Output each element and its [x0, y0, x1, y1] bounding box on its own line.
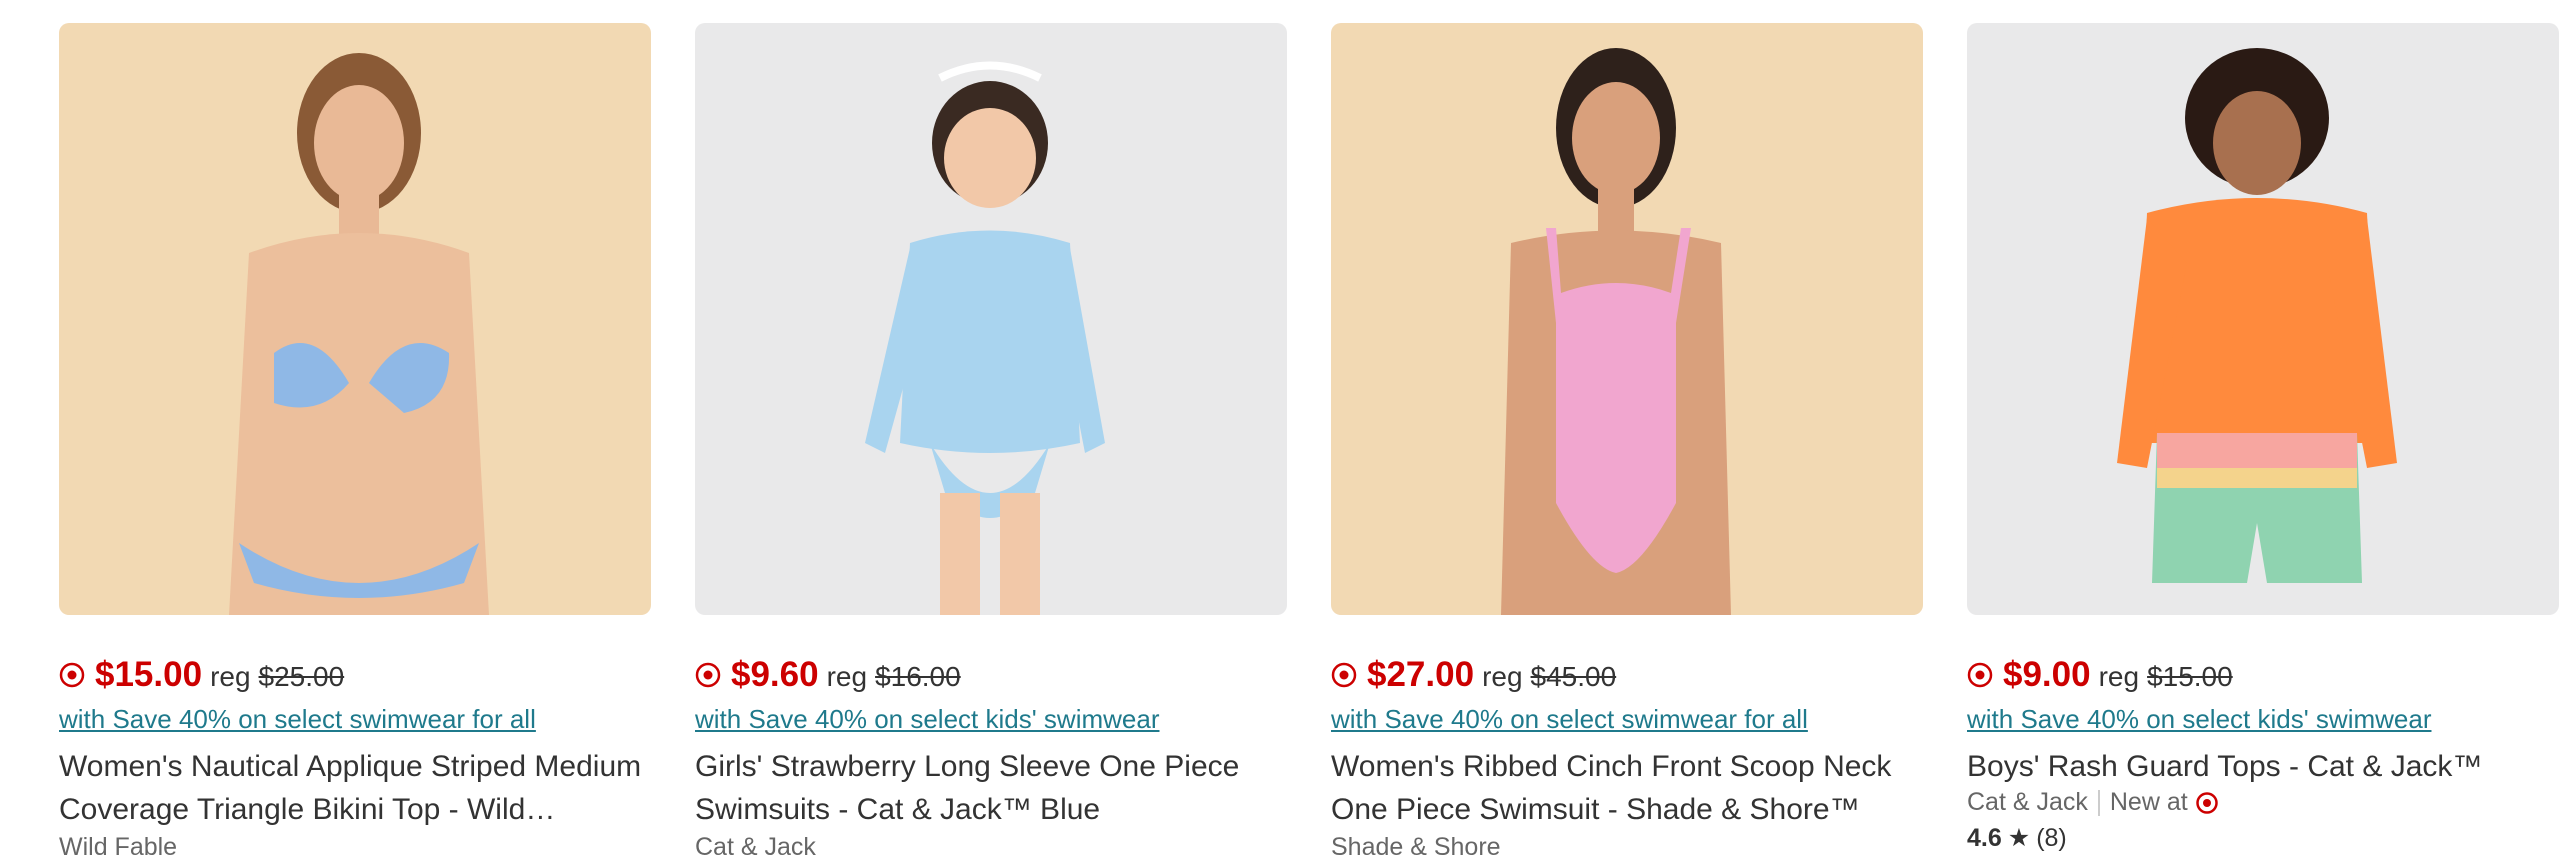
product-title[interactable]: Women's Ribbed Cinch Front Scoop Neck On…	[1331, 745, 1924, 831]
promo-link[interactable]: with Save 40% on select kids' swimwear	[695, 704, 1288, 735]
price-row: $15.00 reg $25.00	[59, 655, 652, 695]
regular-price-value: $25.00	[258, 661, 345, 692]
regular-price: reg $25.00	[210, 661, 344, 693]
promo-link[interactable]: with Save 40% on select kids' swimwear	[1967, 704, 2560, 735]
product-image[interactable]	[59, 23, 651, 615]
sale-price: $9.00	[2003, 655, 2091, 694]
price-row: $9.60 reg $16.00	[695, 655, 1288, 695]
product-meta: Cat & Jack New at	[1967, 788, 2560, 817]
product-title[interactable]: Women's Nautical Applique Striped Medium…	[59, 745, 652, 831]
regular-price-label: reg	[826, 661, 868, 692]
product-brand[interactable]: Wild Fable	[59, 833, 652, 862]
target-circle-icon	[695, 662, 721, 688]
regular-price-label: reg	[1482, 661, 1523, 692]
divider	[2097, 789, 2100, 816]
product-image[interactable]	[1331, 23, 1923, 615]
new-at-label: New at	[2109, 788, 2188, 816]
product-brand[interactable]: Shade & Shore	[1331, 833, 1924, 862]
sale-price: $9.60	[731, 655, 819, 694]
product-rating[interactable]: 4.6 ★ (8)	[1967, 823, 2560, 853]
product-photo-illustration	[865, 61, 1105, 615]
target-circle-icon	[1967, 662, 1993, 688]
target-bullseye-icon	[2195, 791, 2218, 814]
product-title[interactable]: Boys' Rash Guard Tops - Cat & Jack™	[1967, 745, 2560, 788]
review-count: (8)	[2036, 823, 2067, 852]
price-row: $27.00 reg $45.00	[1331, 655, 1924, 695]
regular-price: reg $45.00	[1482, 661, 1616, 693]
regular-price: reg $15.00	[2099, 661, 2233, 693]
regular-price-value: $15.00	[2147, 661, 2233, 692]
rating-score: 4.6	[1967, 823, 2002, 852]
target-circle-icon	[59, 662, 85, 688]
product-card: $27.00 reg $45.00 with Save 40% on select…	[1331, 23, 1924, 862]
regular-price-value: $45.00	[1530, 661, 1617, 692]
star-icon: ★	[2007, 824, 2031, 852]
regular-price-value: $16.00	[875, 661, 961, 692]
regular-price-label: reg	[2098, 661, 2140, 692]
product-grid: $15.00 reg $25.00 with Save 40% on select…	[0, 0, 2560, 868]
promo-link[interactable]: with Save 40% on select swimwear for all	[1331, 704, 1924, 735]
new-at-badge: New at	[2110, 788, 2218, 817]
product-photo-illustration	[2117, 48, 2397, 583]
product-card: $9.00 reg $15.00 with Save 40% on select …	[1967, 23, 2560, 853]
regular-price-label: reg	[210, 661, 251, 692]
target-circle-icon	[1331, 662, 1357, 688]
regular-price: reg $16.00	[827, 661, 961, 693]
product-image[interactable]	[695, 23, 1287, 615]
product-photo-illustration	[1501, 48, 1731, 615]
product-card: $15.00 reg $25.00 with Save 40% on select…	[59, 23, 652, 862]
product-brand[interactable]: Cat & Jack	[1967, 788, 2088, 817]
product-title[interactable]: Girls' Strawberry Long Sleeve One Piece …	[695, 745, 1288, 831]
promo-link[interactable]: with Save 40% on select swimwear for all	[59, 704, 652, 735]
product-brand[interactable]: Cat & Jack	[695, 833, 1288, 862]
price-row: $9.00 reg $15.00	[1967, 655, 2560, 695]
product-card: $9.60 reg $16.00 with Save 40% on select …	[695, 23, 1288, 862]
product-photo-illustration	[229, 53, 489, 615]
sale-price: $27.00	[1367, 655, 1475, 694]
sale-price: $15.00	[95, 655, 203, 694]
product-image[interactable]	[1967, 23, 2559, 615]
